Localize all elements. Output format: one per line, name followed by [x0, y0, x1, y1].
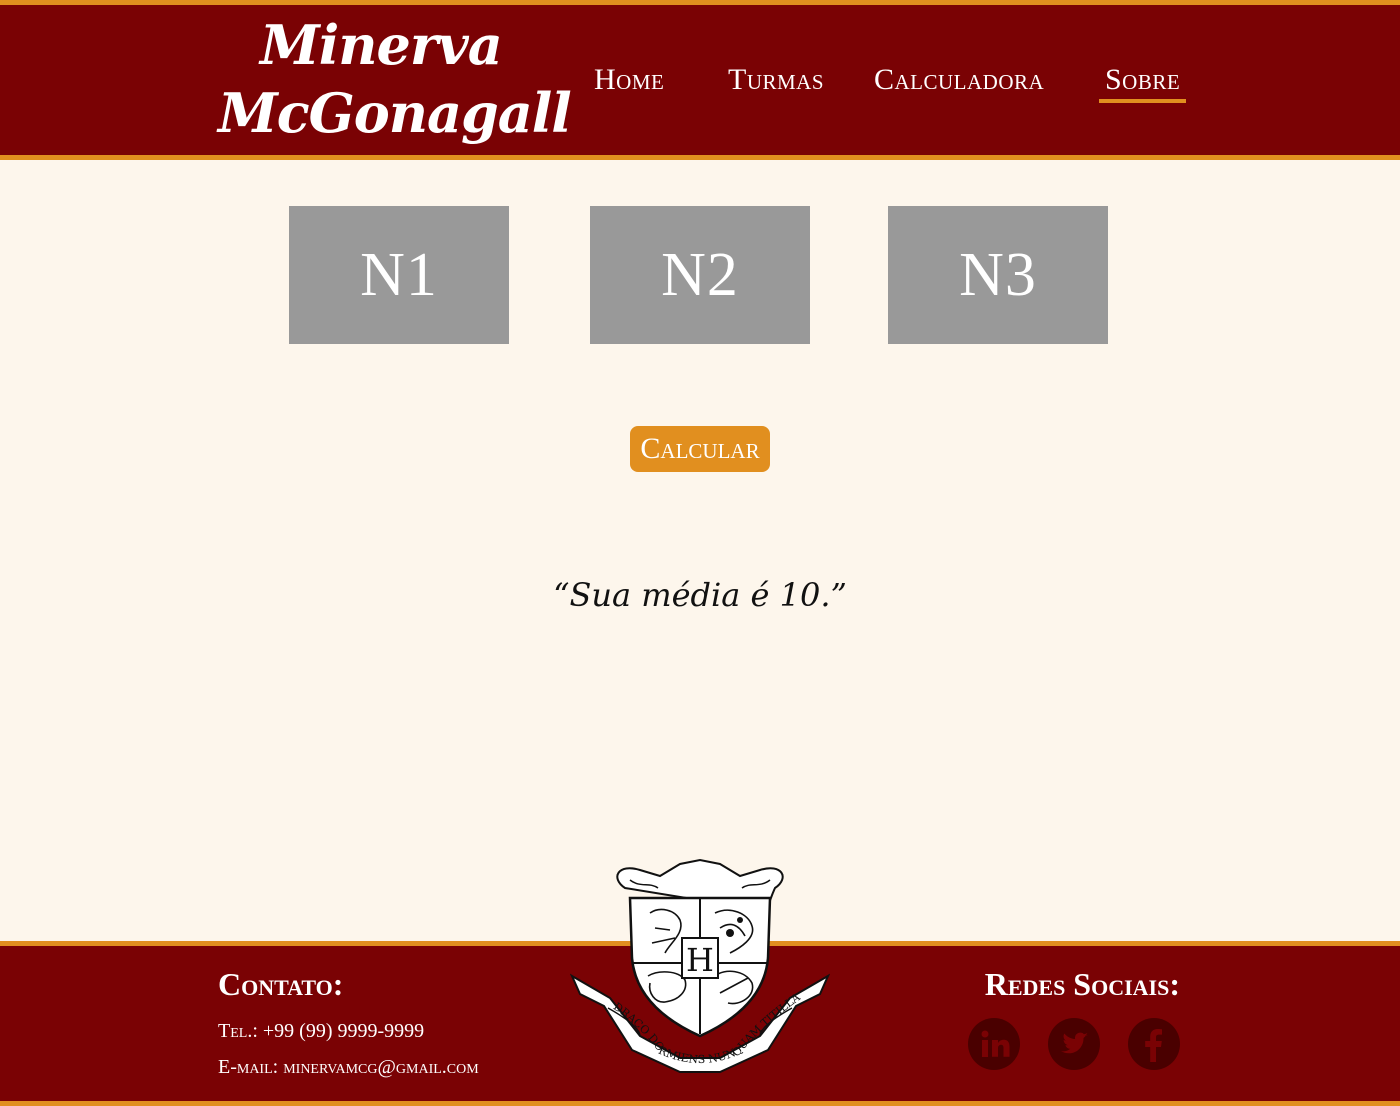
- twitter-glyph: [1049, 1019, 1099, 1069]
- average-result: “Sua média é 10.”: [553, 576, 847, 614]
- crest-icon: H DRACO DORMIENS NUNQUAM TITILLANDUS: [570, 858, 830, 1073]
- twitter-icon[interactable]: [1048, 1018, 1100, 1070]
- facebook-glyph: [1129, 1019, 1179, 1069]
- contact-title: Contato:: [218, 966, 344, 1002]
- nav-sobre[interactable]: Sobre: [1099, 63, 1187, 103]
- calculate-button[interactable]: Calcular: [630, 426, 770, 472]
- linkedin-icon[interactable]: [968, 1018, 1020, 1070]
- grade-input-n1[interactable]: N1: [289, 206, 509, 344]
- contact-phone: Tel.: +99 (99) 9999-9999: [218, 1020, 425, 1042]
- site-header: Minerva McGonagall Home Turmas Calculado…: [0, 0, 1400, 160]
- nav-calculadora[interactable]: Calculadora: [868, 63, 1050, 99]
- social-title: Redes Sociais:: [984, 966, 1180, 1002]
- grade-input-n2[interactable]: N2: [590, 206, 810, 344]
- nav-home[interactable]: Home: [588, 63, 670, 99]
- svg-text:H: H: [686, 941, 714, 979]
- nav-turmas[interactable]: Turmas: [722, 63, 830, 99]
- facebook-icon[interactable]: [1128, 1018, 1180, 1070]
- grade-input-n3[interactable]: N3: [888, 206, 1108, 344]
- main-nav: Home Turmas Calculadora Sobre: [0, 63, 1400, 113]
- contact-email[interactable]: E-mail: minervamcg@gmail.com: [218, 1056, 479, 1079]
- linkedin-glyph: [969, 1019, 1019, 1069]
